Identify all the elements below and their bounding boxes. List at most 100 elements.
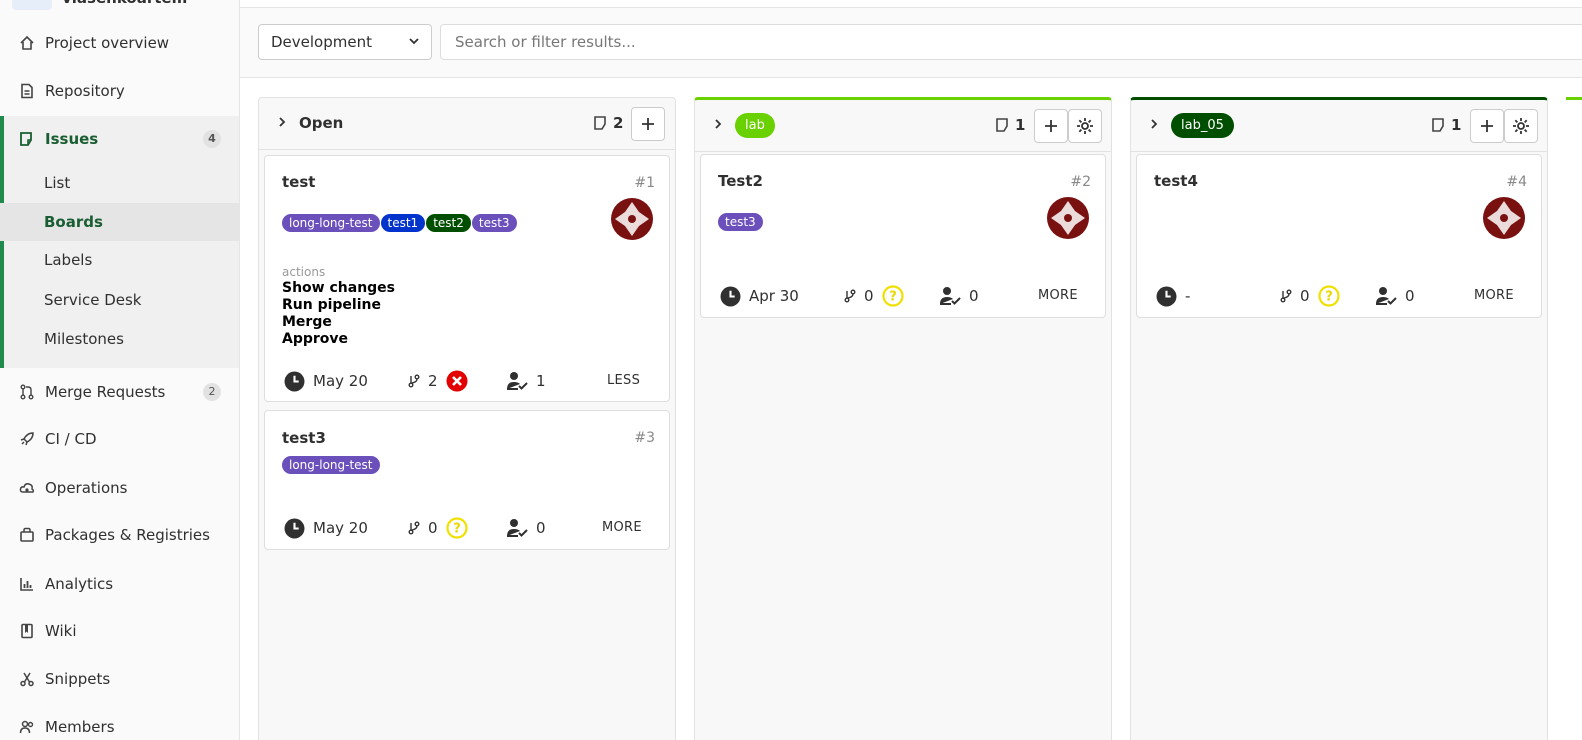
issue-title[interactable]: test3 xyxy=(282,429,326,447)
merge-request-icon xyxy=(18,383,36,401)
toggle-details-button[interactable]: MORE xyxy=(1038,288,1078,303)
sidebar-item-ci-cd[interactable]: CI / CD xyxy=(0,419,239,459)
sidebar-subitem-boards[interactable]: Boards xyxy=(0,203,239,241)
svg-text:?: ? xyxy=(1325,290,1333,305)
sidebar-item-issues[interactable]: Issues 4 xyxy=(0,119,239,159)
branch-icon xyxy=(408,374,420,388)
board-list-lab: lab 1 Test2 #2 test3 Apr 30 0 ? 0 MORE xyxy=(694,97,1112,740)
issue-title[interactable]: test xyxy=(282,173,315,191)
sidebar-item-label: Operations xyxy=(45,479,128,497)
sidebar-item-operations[interactable]: Operations xyxy=(0,468,239,508)
chevron-right-icon[interactable] xyxy=(711,117,725,135)
sidebar-item-snippets[interactable]: Snippets xyxy=(0,659,239,699)
sidebar-item-analytics[interactable]: Analytics xyxy=(0,564,239,604)
scissors-icon xyxy=(18,670,36,688)
issue-title[interactable]: test4 xyxy=(1154,172,1198,190)
chevron-right-icon[interactable] xyxy=(275,115,289,133)
branch-icon xyxy=(844,289,856,303)
sidebar-item-project-overview[interactable]: Project overview xyxy=(0,23,239,63)
user-check-icon xyxy=(940,287,961,305)
new-issue-button[interactable] xyxy=(1470,109,1504,143)
issue-card[interactable]: test4 #4 - 0 ? 0 MORE xyxy=(1136,154,1542,318)
new-issue-button[interactable] xyxy=(1034,109,1068,143)
issues-icon xyxy=(1432,118,1444,132)
sidebar-item-label: Members xyxy=(45,718,115,736)
issues-count-badge: 4 xyxy=(203,130,221,148)
merge-request-count: 2 xyxy=(408,367,468,395)
user-check-icon xyxy=(507,372,528,390)
sidebar: vlasenkoartem Project overview Repositor… xyxy=(0,0,240,740)
sidebar-item-label: Issues xyxy=(45,130,99,148)
document-icon xyxy=(18,82,36,100)
action-approve[interactable]: Approve xyxy=(282,331,395,348)
clock-icon xyxy=(1156,286,1177,306)
label-badge[interactable]: test3 xyxy=(471,214,517,232)
action-show-changes[interactable]: Show changes xyxy=(282,280,395,297)
issue-card[interactable]: Test2 #2 test3 Apr 30 0 ? 0 MORE xyxy=(700,154,1106,318)
due-date: Apr 30 xyxy=(720,282,799,310)
sidebar-item-label: Project overview xyxy=(45,34,170,52)
list-settings-button[interactable] xyxy=(1068,109,1102,143)
toggle-details-button[interactable]: LESS xyxy=(607,373,640,388)
sidebar-item-wiki[interactable]: Wiki xyxy=(0,611,239,651)
approvals-count: 1 xyxy=(506,367,546,395)
merge-request-count-value: 0 xyxy=(864,287,874,305)
assignee-avatar[interactable] xyxy=(611,198,653,240)
sidebar-subitem-milestones[interactable]: Milestones xyxy=(0,320,239,358)
label-badge[interactable]: long-long-test xyxy=(282,214,380,232)
list-settings-button[interactable] xyxy=(1504,109,1538,143)
merge-request-count-value: 0 xyxy=(428,519,438,537)
sidebar-subitem-labels[interactable]: Labels xyxy=(0,241,239,279)
issues-icon xyxy=(18,130,36,148)
label-badge[interactable]: test1 xyxy=(380,214,426,232)
sidebar-subitem-list[interactable]: List xyxy=(0,164,239,202)
list-label-badge[interactable]: lab_05 xyxy=(1171,113,1234,138)
branch-icon xyxy=(408,521,420,535)
issue-number: #3 xyxy=(634,430,655,446)
label-badge[interactable]: long-long-test xyxy=(282,456,380,474)
sidebar-item-repository[interactable]: Repository xyxy=(0,71,239,111)
issue-card[interactable]: test #1 long-long-test test1 test2 test3 ac… xyxy=(264,155,670,402)
issues-icon xyxy=(594,116,606,130)
issue-title[interactable]: Test2 xyxy=(718,172,763,190)
sidebar-item-label: Merge Requests xyxy=(45,383,166,401)
svg-text:?: ? xyxy=(453,522,461,537)
board-list-partial xyxy=(1566,97,1582,740)
approvals-count-value: 1 xyxy=(536,372,546,390)
sidebar-item-label: Wiki xyxy=(45,622,77,640)
assignee-avatar[interactable] xyxy=(1483,197,1525,239)
action-run-pipeline[interactable]: Run pipeline xyxy=(282,297,395,314)
new-issue-button[interactable] xyxy=(631,107,665,141)
board-list-lab-05: lab_05 1 test4 #4 - 0 ? 0 MORE xyxy=(1130,97,1548,740)
approvals-count: 0 xyxy=(939,282,979,310)
issue-card[interactable]: test3 #3 long-long-test May 20 0 ? 0 MOR… xyxy=(264,410,670,550)
assignee-avatar[interactable] xyxy=(1047,197,1089,239)
search-filter-input[interactable] xyxy=(440,24,1582,60)
label-badge[interactable]: test3 xyxy=(718,213,763,231)
due-date-value: May 20 xyxy=(313,372,368,390)
issue-meta: - 0 ? 0 MORE xyxy=(1137,282,1541,310)
sidebar-subitem-service-desk[interactable]: Service Desk xyxy=(0,281,239,319)
plus-icon xyxy=(1045,120,1057,132)
user-check-icon xyxy=(1376,287,1397,305)
top-divider xyxy=(240,0,1582,8)
due-date: May 20 xyxy=(284,367,368,395)
list-label-badge[interactable]: lab xyxy=(735,113,775,138)
due-date: May 20 xyxy=(284,514,368,542)
toggle-details-button[interactable]: MORE xyxy=(602,520,642,535)
action-merge[interactable]: Merge xyxy=(282,314,395,331)
board-scope-dropdown[interactable]: Development xyxy=(258,24,432,60)
project-header[interactable]: vlasenkoartem xyxy=(12,0,187,10)
sidebar-item-label: CI / CD xyxy=(45,430,97,448)
board-list-open: Open 2 test #1 long-long-test test1 test2 t… xyxy=(258,97,676,740)
list-header: lab 1 xyxy=(695,100,1111,152)
sidebar-item-members[interactable]: Members xyxy=(0,707,239,740)
chevron-right-icon[interactable] xyxy=(1147,117,1161,135)
due-date: - xyxy=(1156,282,1190,310)
issues-icon xyxy=(996,118,1008,132)
sidebar-item-merge-requests[interactable]: Merge Requests 2 xyxy=(0,372,239,412)
sidebar-item-packages-registries[interactable]: Packages & Registries xyxy=(0,515,239,555)
label-badge[interactable]: test2 xyxy=(426,214,471,232)
toggle-details-button[interactable]: MORE xyxy=(1474,288,1514,303)
approvals-count: 0 xyxy=(506,514,546,542)
